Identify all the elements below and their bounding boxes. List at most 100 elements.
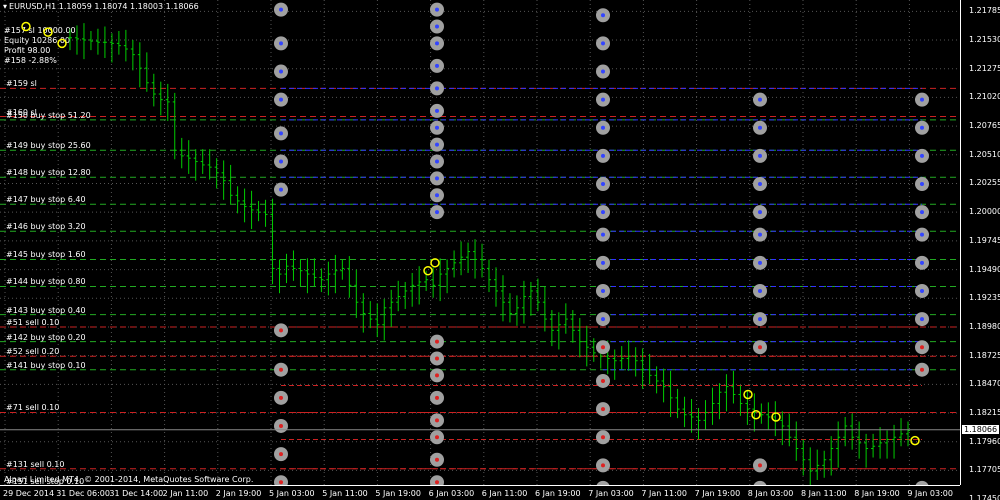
trade-marker-dot xyxy=(601,210,605,215)
trade-marker-dot xyxy=(435,210,439,215)
trade-marker-dot xyxy=(279,395,283,400)
trade-marker-dot xyxy=(920,260,924,265)
order-label[interactable]: #146 buy stop 3.20 xyxy=(6,222,86,231)
trade-marker-dot xyxy=(435,457,439,462)
trade-marker-dot xyxy=(601,407,605,412)
time-tick-label: 31 Dec 06:00 xyxy=(56,489,110,498)
order-label[interactable]: #149 buy stop 25.60 xyxy=(6,141,91,150)
time-tick-label: 7 Jan 19:00 xyxy=(694,489,741,498)
trade-marker-dot xyxy=(758,288,762,293)
order-label[interactable]: #141 buy stop 0.10 xyxy=(6,361,86,370)
price-tick-label: 1.20255 xyxy=(969,178,1000,188)
trade-marker-dot xyxy=(601,317,605,322)
price-tick-label: 1.20510 xyxy=(969,149,1000,159)
trade-marker-dot xyxy=(279,97,283,102)
time-tick-label: 8 Jan 19:00 xyxy=(854,489,900,498)
time-tick-label: 7 Jan 11:00 xyxy=(641,489,687,498)
time-tick-label: 5 Jan 11:00 xyxy=(322,489,368,498)
order-label[interactable]: #145 buy stop 1.60 xyxy=(6,250,86,259)
trade-marker-dot xyxy=(435,418,439,423)
trade-marker-dot xyxy=(435,395,439,400)
price-tick-label: 1.17450 xyxy=(969,494,1000,500)
trade-marker-dot xyxy=(920,288,924,293)
trade-marker-dot xyxy=(601,260,605,265)
trade-marker-dot xyxy=(601,378,605,383)
yellow-circle-marker xyxy=(43,27,53,37)
order-label[interactable]: #159 sl xyxy=(6,79,37,88)
trade-marker-dot xyxy=(435,24,439,29)
trade-marker-dot xyxy=(279,131,283,136)
price-tick-label: 1.17960 xyxy=(969,436,1000,446)
trade-marker-dot xyxy=(920,345,924,350)
yellow-circle-marker xyxy=(743,389,753,400)
trade-marker-dot xyxy=(279,7,283,12)
price-tick-label: 1.21530 xyxy=(969,35,1000,44)
trade-marker-dot xyxy=(435,176,439,181)
time-tick-label: 8 Jan 11:00 xyxy=(801,489,847,498)
trade-marker-dot xyxy=(601,97,605,102)
trade-marker-dot xyxy=(601,125,605,130)
trade-marker-dot xyxy=(435,356,439,361)
trade-marker-dot xyxy=(279,328,283,333)
trade-marker-dot xyxy=(758,317,762,322)
order-label[interactable]: #51 sell 0.10 xyxy=(6,318,59,327)
trade-marker-dot xyxy=(279,69,283,74)
current-price-label: 1.18066 xyxy=(962,424,1000,434)
time-tick-label: 31 Dec 14:00 xyxy=(109,489,164,498)
trade-marker-dot xyxy=(279,41,283,46)
time-tick-label: 6 Jan 19:00 xyxy=(535,489,581,498)
order-label[interactable]: #143 buy stop 0.40 xyxy=(6,306,86,315)
price-axis[interactable]: 1.21785 1.21530 1.21275 1.21020 1.20765 1.205… xyxy=(960,0,1000,500)
trade-marker-dot xyxy=(435,159,439,164)
time-tick-label: 6 Jan 11:00 xyxy=(481,489,528,498)
trade-marker-dot xyxy=(279,480,283,485)
time-tick-label: 2 Jan 11:00 xyxy=(162,489,209,498)
price-tick-label: 1.19490 xyxy=(969,264,1000,274)
trade-marker-dot xyxy=(758,153,762,158)
yellow-circle-marker xyxy=(430,258,440,268)
trade-marker-dot xyxy=(435,480,439,485)
order-label[interactable]: #150 buy stop 51.20 xyxy=(6,111,91,120)
trade-marker-dot xyxy=(601,435,605,440)
trade-marker-dot xyxy=(920,125,924,130)
trade-marker-dot xyxy=(920,232,924,237)
trade-marker-dot xyxy=(758,97,762,102)
order-label[interactable]: #151 sell stop 0.10 xyxy=(6,477,84,486)
price-tick-label: 1.21020 xyxy=(969,92,1000,102)
trade-marker-dot xyxy=(435,41,439,46)
chart-plot-area[interactable] xyxy=(0,0,960,485)
trade-marker-dot xyxy=(435,193,439,198)
price-tick-label: 1.21785 xyxy=(969,6,1000,16)
time-axis[interactable]: 29 Dec 2014 31 Dec 06:00 31 Dec 14:00 2 Jan… xyxy=(0,485,960,500)
trade-marker-dot xyxy=(601,182,605,187)
trade-marker-dot xyxy=(279,187,283,192)
price-tick-label: 1.19235 xyxy=(969,293,1000,303)
trade-marker-dot xyxy=(920,317,924,322)
chart-window[interactable]: { "window": { "title": "EURUSD,H1 1.1805… xyxy=(0,0,1000,500)
order-label[interactable]: #71 sell 0.10 xyxy=(6,403,59,412)
trade-marker-dot xyxy=(758,182,762,187)
order-label[interactable]: #148 buy stop 12.80 xyxy=(6,168,91,177)
price-tick-label: 1.18470 xyxy=(969,379,1000,389)
trade-marker-dot xyxy=(601,153,605,158)
time-tick-label: 5 Jan 03:00 xyxy=(269,489,315,498)
trade-marker-dot xyxy=(920,97,924,102)
trade-marker-dot xyxy=(758,463,762,468)
yellow-circle-marker xyxy=(21,21,31,32)
trade-marker-dot xyxy=(601,463,605,468)
time-tick-label: 7 Jan 03:00 xyxy=(588,489,634,498)
price-tick-label: 1.20765 xyxy=(969,121,1000,131)
time-tick-label: 2 Jan 19:00 xyxy=(215,489,262,498)
order-label[interactable]: #144 buy stop 0.80 xyxy=(6,277,86,286)
trade-marker-dot xyxy=(601,345,605,350)
time-tick-label: 9 Jan 03:00 xyxy=(907,489,953,498)
order-label[interactable]: #131 sell 0.10 xyxy=(6,460,64,469)
price-tick-label: 1.21275 xyxy=(969,63,1000,73)
time-tick-label: 8 Jan 03:00 xyxy=(747,489,794,498)
trade-marker-dot xyxy=(435,108,439,113)
trade-marker-dot xyxy=(279,423,283,428)
order-label[interactable]: #142 buy stop 0.20 xyxy=(6,333,86,342)
trade-marker-dot xyxy=(920,210,924,215)
order-label[interactable]: #52 sell 0.20 xyxy=(6,347,59,356)
order-label[interactable]: #147 buy stop 6.40 xyxy=(6,195,86,204)
